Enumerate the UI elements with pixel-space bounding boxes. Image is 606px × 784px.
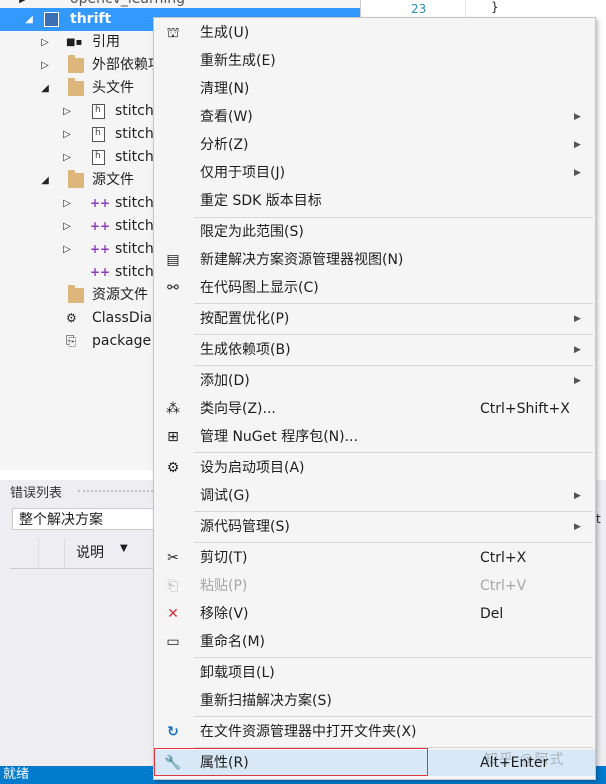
menu-item-build[interactable]: ⛫ 生成(U) — [154, 20, 595, 46]
expand-arrow-icon[interactable]: ◢ — [24, 8, 34, 31]
collapse-arrow-icon[interactable]: ▷ — [62, 192, 72, 215]
folder-icon — [68, 170, 84, 188]
submenu-arrow-icon: ▶ — [574, 168, 581, 178]
code-brace: } — [491, 0, 499, 14]
menu-item-retarget-sdk[interactable]: 重定 SDK 版本目标 — [154, 188, 595, 214]
collapse-arrow-icon[interactable]: ▷ — [62, 215, 72, 238]
menu-item-view[interactable]: 查看(W) ▶ — [154, 104, 595, 130]
submenu-arrow-icon: ▶ — [574, 376, 581, 386]
menu-separator — [194, 217, 593, 218]
collapse-arrow-icon[interactable]: ▷ — [62, 146, 72, 169]
menu-separator — [194, 511, 593, 512]
error-list-title: 错误列表 — [10, 486, 63, 501]
highlight-box — [154, 748, 428, 776]
header-file-icon — [92, 122, 105, 145]
code-map-icon: ⚯ — [167, 280, 179, 296]
menu-item-add[interactable]: 添加(D) ▶ — [154, 368, 595, 394]
menu-separator — [194, 657, 593, 658]
submenu-arrow-icon: ▶ — [574, 522, 581, 532]
menu-separator — [194, 303, 593, 304]
menu-item-class-wizard[interactable]: ⁂ 类向导(Z)... Ctrl+Shift+X — [154, 396, 595, 422]
expand-arrow-icon[interactable]: ◢ — [40, 77, 50, 100]
menu-item-rebuild[interactable]: 重新生成(E) — [154, 48, 595, 74]
menu-item-build-dependencies[interactable]: 生成依赖项(B) ▶ — [154, 337, 595, 363]
context-menu: ⛫ 生成(U) 重新生成(E) 清理(N) 查看(W) ▶ 分析(Z) ▶ 仅用… — [153, 17, 596, 780]
column-divider — [38, 538, 39, 568]
header-file-icon — [92, 145, 105, 168]
cut-off-text: t — [596, 512, 601, 526]
menu-item-new-explorer-view[interactable]: ▤ 新建解决方案资源管理器视图(N) — [154, 247, 595, 273]
status-text: 就绪 — [3, 767, 30, 782]
menu-separator — [194, 334, 593, 335]
expand-arrow-icon[interactable]: ◢ — [40, 169, 50, 192]
submenu-arrow-icon: ▶ — [574, 140, 581, 150]
menu-item-source-control[interactable]: 源代码管理(S) ▶ — [154, 514, 595, 540]
menu-separator — [194, 365, 593, 366]
menu-item-clean[interactable]: 清理(N) — [154, 76, 595, 102]
gear-icon: ⚙ — [166, 460, 180, 476]
cpp-file-icon: ++ — [90, 242, 111, 256]
menu-item-set-startup[interactable]: ⚙ 设为启动项目(A) — [154, 455, 595, 481]
line-number: 23 — [411, 2, 427, 16]
menu-item-profile-guided[interactable]: 按配置优化(P) ▶ — [154, 306, 595, 332]
class-diagram-icon: ⚙ — [66, 311, 77, 325]
collapse-arrow-icon[interactable]: ▷ — [40, 54, 50, 77]
header-file-icon — [92, 99, 105, 122]
sort-down-icon[interactable]: ▼ — [120, 543, 128, 554]
menu-item-paste[interactable]: ⎗ 粘贴(P) Ctrl+V — [154, 573, 595, 599]
collapse-arrow-icon[interactable]: ▷ — [62, 100, 72, 123]
menu-item-rescan-solution[interactable]: 重新扫描解决方案(S) — [154, 688, 595, 714]
references-icon: ■▪ — [66, 37, 83, 48]
menu-item-unload-project[interactable]: 卸载项目(L) — [154, 660, 595, 686]
menu-item-debug[interactable]: 调试(G) ▶ — [154, 483, 595, 509]
menu-item-project-only[interactable]: 仅用于项目(J) ▶ — [154, 160, 595, 186]
cpp-file-icon: ++ — [90, 219, 111, 233]
menu-item-analyze[interactable]: 分析(Z) ▶ — [154, 132, 595, 158]
submenu-arrow-icon: ▶ — [574, 112, 581, 122]
scissors-icon: ✂ — [167, 550, 179, 566]
package-icon: ⎘ — [66, 334, 77, 349]
menu-separator — [194, 716, 593, 717]
rename-icon: ▭ — [166, 634, 180, 650]
menu-separator — [194, 452, 593, 453]
menu-item-manage-nuget[interactable]: ⊞ 管理 NuGet 程序包(N)... — [154, 424, 595, 450]
scope-value: 整个解决方案 — [19, 512, 103, 528]
nuget-icon: ⊞ — [167, 429, 179, 445]
column-description[interactable]: 说明 — [76, 542, 104, 562]
submenu-arrow-icon: ▶ — [574, 491, 581, 501]
class-wizard-icon: ⁂ — [166, 401, 180, 417]
paste-icon: ⎗ — [167, 578, 179, 594]
collapse-arrow-icon[interactable]: ▷ — [62, 123, 72, 146]
collapse-arrow-icon[interactable]: ▷ — [62, 238, 72, 261]
menu-item-rename[interactable]: ▭ 重命名(M) — [154, 629, 595, 655]
cpp-file-icon: ++ — [90, 265, 111, 279]
panel-grip[interactable] — [78, 490, 153, 492]
menu-item-cut[interactable]: ✂ 剪切(T) Ctrl+X — [154, 545, 595, 571]
menu-item-scope-to-this[interactable]: 限定为此范围(S) — [154, 219, 595, 245]
submenu-arrow-icon: ▶ — [574, 345, 581, 355]
folder-icon — [68, 55, 84, 73]
new-view-icon: ▤ — [166, 252, 180, 268]
menu-item-show-on-code-map[interactable]: ⚯ 在代码图上显示(C) — [154, 275, 595, 301]
menu-separator — [194, 542, 593, 543]
error-grid-header: 说明 ▼ — [10, 538, 154, 569]
refresh-folder-icon: ↻ — [167, 724, 179, 740]
remove-icon: ✕ — [167, 606, 179, 622]
folder-icon — [68, 285, 84, 303]
collapse-arrow-icon[interactable]: ▷ — [40, 31, 50, 54]
column-divider — [64, 538, 65, 568]
submenu-arrow-icon: ▶ — [574, 314, 581, 324]
folder-icon — [68, 78, 84, 96]
menu-item-remove[interactable]: ✕ 移除(V) Del — [154, 601, 595, 627]
build-icon: ⛫ — [166, 25, 180, 41]
cpp-file-icon: ++ — [90, 196, 111, 210]
scope-dropdown[interactable]: 整个解决方案 — [12, 508, 154, 530]
project-icon — [44, 12, 59, 27]
menu-item-open-in-explorer[interactable]: ↻ 在文件资源管理器中打开文件夹(X) — [154, 719, 595, 745]
watermark: 知乎 @阿式 — [484, 752, 565, 768]
